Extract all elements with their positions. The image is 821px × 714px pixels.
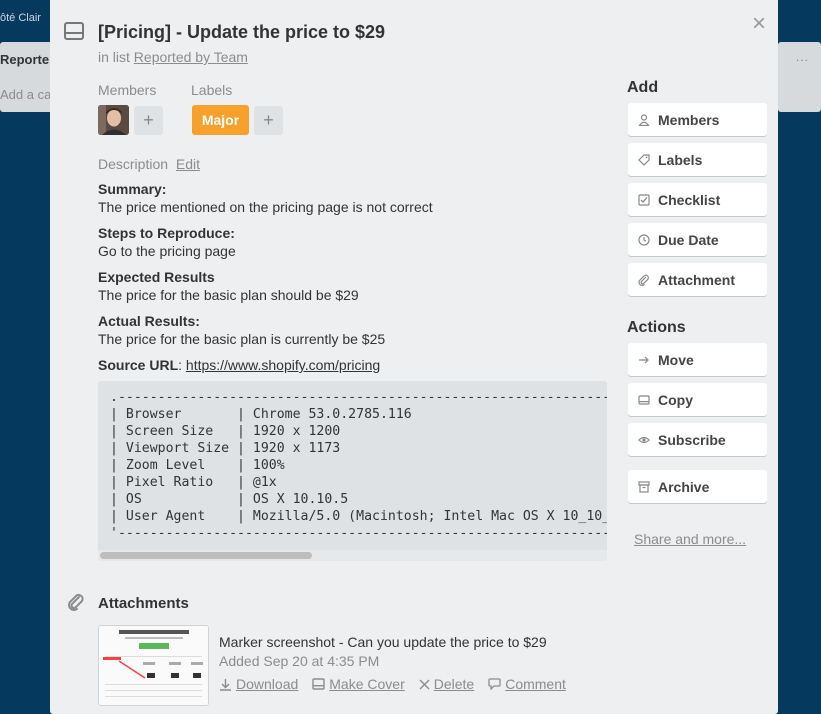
card-icon [64, 22, 84, 45]
paperclip-small-icon [638, 274, 649, 286]
add-heading: Add [627, 79, 659, 96]
delete-label: Delete [433, 676, 475, 692]
sidebar-copy-button[interactable]: Copy [628, 383, 767, 416]
background-list-title: Reporte [0, 52, 50, 67]
steps-text: Go to the pricing page [98, 243, 236, 259]
sidebar-archive-label: Archive [658, 478, 710, 495]
card-cover-icon [312, 678, 325, 690]
make-cover-action[interactable]: Make Cover [312, 676, 405, 692]
sidebar-checklist-button[interactable]: Checklist [628, 183, 767, 216]
checklist-icon [638, 193, 650, 206]
sidebar-subscribe-label: Subscribe [658, 431, 726, 448]
add-member-button[interactable]: + [134, 106, 163, 135]
sidebar-attachment-button[interactable]: Attachment [628, 263, 767, 296]
card-detail-modal: × [Pricing] - Update the price to $29 in… [50, 0, 778, 714]
sidebar-members-button[interactable]: Members [628, 103, 767, 136]
download-label: Download [236, 676, 299, 692]
person-icon [638, 113, 650, 126]
code-scrollbar-thumb[interactable] [100, 552, 312, 559]
sidebar-due-date-button[interactable]: Due Date [628, 223, 767, 256]
members-label: Members [98, 82, 157, 98]
source-colon: : [178, 357, 186, 373]
paperclip-icon [66, 592, 86, 617]
member-avatar[interactable] [98, 105, 129, 135]
sidebar-archive-button[interactable]: Archive [628, 470, 767, 503]
summary-text: The price mentioned on the pricing page … [98, 199, 433, 215]
actions-heading: Actions [627, 319, 686, 336]
label-major[interactable]: Major [192, 105, 249, 135]
attachment-date: Added Sep 20 at 4:35 PM [219, 653, 380, 669]
sidebar-labels-label: Labels [658, 151, 703, 168]
list-menu-icon[interactable]: ... [796, 50, 809, 64]
sidebar-move-label: Move [658, 351, 694, 368]
expected-text: The price for the basic plan should be $… [98, 287, 359, 303]
download-icon [220, 678, 231, 691]
code-scrollbar[interactable] [98, 550, 607, 561]
card-copy-icon [638, 394, 650, 405]
board-name: ôté Clair [0, 12, 41, 24]
close-icon[interactable]: × [746, 12, 772, 38]
sidebar-attachment-label: Attachment [658, 271, 736, 288]
source-url-link[interactable]: https://www.shopify.com/pricing [186, 357, 380, 373]
attachment-name[interactable]: Marker screenshot - Can you update the p… [219, 634, 547, 650]
comment-icon [488, 678, 501, 690]
card-list-line: in list Reported by Team [98, 49, 248, 65]
delete-action[interactable]: Delete [419, 676, 474, 692]
sidebar-labels-button[interactable]: Labels [628, 143, 767, 176]
make-cover-label: Make Cover [329, 676, 405, 692]
attachment-actions: Download Make Cover Delete Comment [219, 676, 566, 692]
background-add-card[interactable]: Add a ca [0, 87, 51, 102]
comment-label: Comment [505, 676, 566, 692]
actual-text: The price for the basic plan is currentl… [98, 331, 386, 347]
download-action[interactable]: Download [219, 676, 298, 692]
eye-icon [638, 436, 650, 443]
description-header: Description Edit [98, 156, 200, 172]
list-name-link[interactable]: Reported by Team [134, 49, 248, 65]
share-and-more-link[interactable]: Share and more... [634, 531, 746, 547]
labels-label: Labels [191, 82, 233, 98]
source-heading: Source URL [98, 357, 179, 373]
description-label: Description [98, 156, 169, 172]
description-body: Summary: The price mentioned on the pric… [98, 180, 608, 382]
sidebar-subscribe-button[interactable]: Subscribe [628, 423, 767, 456]
sidebar-checklist-label: Checklist [658, 191, 721, 208]
arrow-right-icon [639, 356, 649, 363]
clock-icon [638, 233, 650, 246]
archive-icon [638, 480, 650, 493]
sidebar-move-button[interactable]: Move [628, 343, 767, 376]
steps-heading: Steps to Reproduce: [98, 225, 235, 241]
add-label-button[interactable]: + [254, 106, 283, 135]
sidebar-copy-label: Copy [658, 391, 693, 408]
comment-action[interactable]: Comment [488, 676, 566, 692]
card-title[interactable]: [Pricing] - Update the price to $29 [98, 22, 385, 43]
in-list-prefix: in list [98, 49, 130, 65]
expected-heading: Expected Results [98, 269, 215, 285]
close-x-icon [419, 679, 430, 689]
tag-icon [638, 153, 650, 166]
attachments-heading: Attachments [98, 595, 189, 612]
actual-heading: Actual Results: [98, 313, 200, 329]
background-list: Reporte Add a ca [0, 42, 56, 112]
environment-code: .---------------------------------------… [110, 390, 607, 541]
sidebar-due-date-label: Due Date [658, 231, 719, 248]
edit-description-link[interactable]: Edit [176, 156, 200, 172]
sidebar-members-label: Members [658, 111, 720, 128]
environment-code-block: .---------------------------------------… [98, 381, 607, 561]
summary-heading: Summary: [98, 181, 167, 197]
attachment-thumbnail[interactable] [98, 625, 209, 706]
